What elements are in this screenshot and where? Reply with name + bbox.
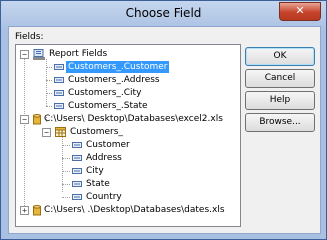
tree-connector xyxy=(46,67,52,68)
tree-item-field[interactable]: Customers_.State xyxy=(16,100,240,112)
cancel-button[interactable]: Cancel xyxy=(245,69,315,88)
report-fields-icon xyxy=(33,49,45,60)
tree-item-label: Customers_.Address xyxy=(68,75,160,85)
column-label: State xyxy=(86,179,110,189)
tree-item-column[interactable]: State xyxy=(16,178,240,190)
column-label: Customer xyxy=(86,140,130,150)
tree-connector xyxy=(46,80,52,81)
tree-connector xyxy=(62,145,70,146)
collapse-toggle-icon[interactable]: − xyxy=(20,115,29,124)
tree-node-table-customers[interactable]: − Customers_ xyxy=(16,126,240,138)
tree-node-label: Report Fields xyxy=(49,49,108,59)
tree-item-column[interactable]: Customer xyxy=(16,139,240,151)
table-name: Customers_ xyxy=(70,127,123,137)
choose-field-dialog: Choose Field ✕ Fields: − Report Fields C… xyxy=(0,0,327,240)
fields-tree[interactable]: − Report Fields Customers_.Customer Cust… xyxy=(15,44,241,227)
collapse-toggle-icon[interactable]: − xyxy=(42,128,51,137)
tree-item-field[interactable]: Customers_.Customer xyxy=(16,61,240,73)
browse-button[interactable]: Browse... xyxy=(245,113,315,132)
field-icon xyxy=(54,77,64,83)
field-icon xyxy=(54,103,64,109)
ok-button[interactable]: OK xyxy=(245,47,315,66)
close-icon: ✕ xyxy=(295,4,305,17)
column-label: City xyxy=(86,166,104,176)
tree-item-column[interactable]: Address xyxy=(16,152,240,164)
field-icon xyxy=(72,181,82,187)
expand-toggle-icon[interactable]: + xyxy=(20,206,29,215)
dialog-body: Fields: − Report Fields Customers_.Custo… xyxy=(8,26,321,234)
field-icon xyxy=(72,155,82,161)
table-icon xyxy=(55,127,66,137)
tree-node-datasource-excel2[interactable]: − C:\Users\ Desktop\Databases\excel2.xls xyxy=(16,113,240,125)
datasource-path: C:\Users\ Desktop\Databases\excel2.xls xyxy=(44,114,223,124)
database-icon xyxy=(33,114,41,125)
field-icon xyxy=(72,168,82,174)
tree-node-datasource-dates[interactable]: + C:\Users\ .\Desktop\Databases\dates.xl… xyxy=(16,204,240,216)
tree-item-label: Customers_.City xyxy=(68,88,142,98)
tree-item-column[interactable]: Country xyxy=(16,191,240,203)
datasource-path: C:\Users\ .\Desktop\Databases\dates.xls xyxy=(44,205,225,215)
title-bar: Choose Field ✕ xyxy=(1,1,326,25)
collapse-toggle-icon[interactable]: − xyxy=(20,50,29,59)
tree-item-field[interactable]: Customers_.Address xyxy=(16,74,240,86)
field-icon xyxy=(54,90,64,96)
dialog-title: Choose Field xyxy=(125,6,202,20)
field-icon xyxy=(72,142,82,148)
close-button[interactable]: ✕ xyxy=(279,2,321,21)
tree-connector xyxy=(46,106,52,107)
tree-item-column[interactable]: City xyxy=(16,165,240,177)
column-label: Address xyxy=(86,153,122,163)
tree-node-report-fields[interactable]: − Report Fields xyxy=(16,48,240,60)
tree-item-field[interactable]: Customers_.City xyxy=(16,87,240,99)
database-icon xyxy=(33,205,41,216)
tree-connector xyxy=(46,93,52,94)
tree-connector xyxy=(62,158,70,159)
field-icon xyxy=(54,64,64,70)
fields-label: Fields: xyxy=(15,32,44,42)
help-button[interactable]: Help xyxy=(245,91,315,110)
tree-item-label: Customers_.Customer xyxy=(66,61,170,73)
tree-connector xyxy=(62,197,70,198)
tree-item-label: Customers_.State xyxy=(68,101,148,111)
tree-connector xyxy=(62,184,70,185)
column-label: Country xyxy=(86,192,122,202)
field-icon xyxy=(72,194,82,200)
tree-connector xyxy=(62,171,70,172)
